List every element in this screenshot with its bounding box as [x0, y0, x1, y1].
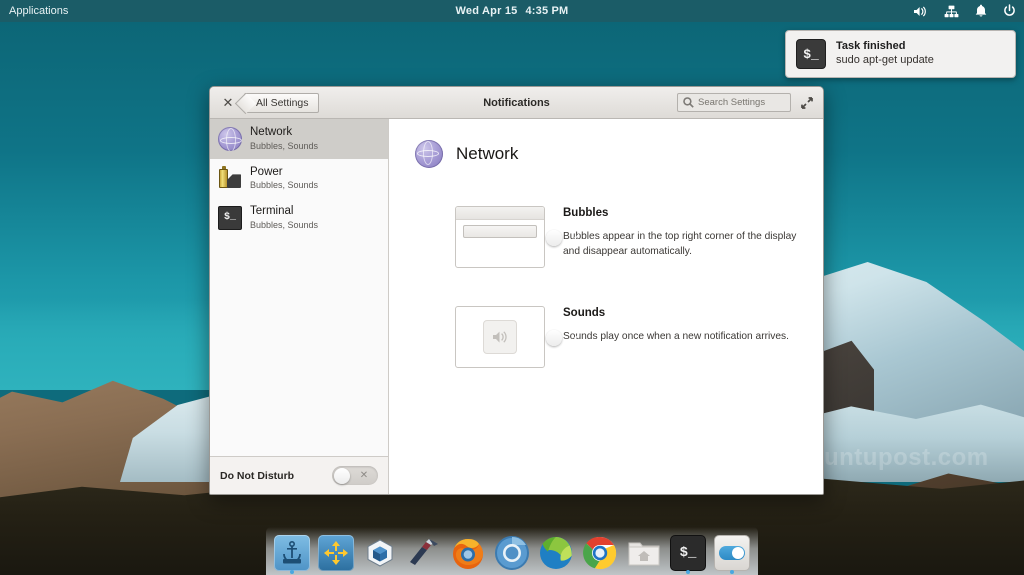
- dock-item-firefox[interactable]: [448, 533, 488, 573]
- notification-title: Task finished: [836, 40, 934, 54]
- desktop: LPubuntupost.com Applications Wed Apr 15…: [0, 0, 1024, 575]
- web-browser-icon: [538, 535, 574, 571]
- dock-item-web[interactable]: [536, 533, 576, 573]
- dock-item-plank[interactable]: [272, 533, 312, 573]
- panel-date: Wed Apr 15: [456, 5, 518, 17]
- window-body: Network Bubbles, Sounds Power Bubbles, S…: [210, 119, 823, 494]
- toggle-knob: [546, 230, 562, 246]
- toggle-mark: ✓: [565, 228, 589, 247]
- notifications-icon[interactable]: [975, 4, 987, 18]
- dock-item-virtualbox[interactable]: [360, 533, 400, 573]
- section-sounds: Sounds ✓ Sounds play once when a new not…: [407, 306, 805, 368]
- content-header: Network: [415, 140, 805, 168]
- battery-icon: [218, 166, 242, 190]
- section-body: Sounds ✓ Sounds play once when a new not…: [563, 306, 789, 368]
- close-icon[interactable]: ✕: [220, 95, 236, 111]
- section-title: Bubbles: [563, 207, 805, 219]
- sidebar-item-label: Terminal: [250, 205, 318, 219]
- toggle-mark: ✓: [565, 328, 589, 347]
- panel-tray: [913, 0, 1016, 22]
- section-body: Bubbles ✓ Bubbles appear in the top righ…: [563, 206, 805, 268]
- virtualbox-icon: [362, 535, 398, 571]
- search-input[interactable]: Search Settings: [677, 93, 791, 112]
- volume-icon[interactable]: [913, 5, 928, 18]
- toggle-mark: ✕: [352, 466, 376, 485]
- top-panel: Applications Wed Apr 154:35 PM: [0, 0, 1024, 22]
- speaker-icon: [483, 320, 517, 354]
- panel-time: 4:35 PM: [525, 5, 568, 17]
- chromium-icon: [494, 535, 530, 571]
- settings-window: ✕ All Settings Notifications Search Sett…: [209, 86, 824, 495]
- window-titlebar: ✕ All Settings Notifications Search Sett…: [210, 87, 823, 119]
- panel-clock[interactable]: Wed Apr 15 4:35 PM: [0, 5, 1024, 17]
- dock-item-chromium[interactable]: [492, 533, 532, 573]
- dock-item-chrome[interactable]: [580, 533, 620, 573]
- dock-item-system-settings[interactable]: [712, 533, 752, 573]
- terminal-icon: $_: [218, 206, 242, 230]
- globe-icon: [218, 127, 242, 151]
- do-not-disturb-label: Do Not Disturb: [220, 470, 294, 482]
- sidebar-item-subtitle: Bubbles, Sounds: [250, 141, 318, 152]
- notification-body: sudo apt-get update: [836, 54, 934, 68]
- titlebar-right-controls: Search Settings: [677, 93, 815, 112]
- sidebar-item-label: Power: [250, 166, 318, 180]
- system-settings-icon: [714, 535, 750, 571]
- settings-sidebar: Network Bubbles, Sounds Power Bubbles, S…: [210, 119, 389, 494]
- sidebar-item-text: Terminal Bubbles, Sounds: [250, 205, 318, 231]
- section-title: Sounds: [563, 307, 789, 319]
- sidebar-item-text: Network Bubbles, Sounds: [250, 126, 318, 152]
- all-settings-back-button[interactable]: All Settings: [244, 93, 319, 113]
- running-indicator: [686, 570, 690, 574]
- speaker-preview: [455, 306, 545, 368]
- sidebar-item-subtitle: Bubbles, Sounds: [250, 180, 318, 191]
- running-indicator: [290, 570, 294, 574]
- dock-item-terminal[interactable]: $_: [668, 533, 708, 573]
- plank-anchor-icon: [274, 535, 310, 571]
- do-not-disturb-toggle[interactable]: ✕: [332, 466, 378, 485]
- maximize-icon[interactable]: [801, 97, 815, 109]
- dock: $_: [266, 527, 758, 575]
- dock-item-scratch[interactable]: [404, 533, 444, 573]
- sidebar-item-terminal[interactable]: $_ Terminal Bubbles, Sounds: [210, 198, 388, 238]
- globe-icon: [415, 140, 443, 168]
- sidebar-item-label: Network: [250, 126, 318, 140]
- dock-item-workspaces[interactable]: [316, 533, 356, 573]
- chrome-icon: [582, 535, 618, 571]
- content-heading: Network: [456, 144, 518, 164]
- running-indicator: [730, 570, 734, 574]
- search-placeholder: Search Settings: [698, 97, 765, 108]
- section-bubbles: Bubbles ✓ Bubbles appear in the top righ…: [407, 206, 805, 268]
- toggle-knob: [546, 330, 562, 346]
- network-icon[interactable]: [944, 5, 959, 18]
- dock-item-files[interactable]: [624, 533, 664, 573]
- terminal-icon: $_: [796, 39, 826, 69]
- toggle-knob: [334, 468, 350, 484]
- sidebar-item-subtitle: Bubbles, Sounds: [250, 220, 318, 231]
- notification-bubble-preview: [455, 206, 545, 268]
- settings-content: Network Bubbles ✓: [389, 119, 823, 494]
- sidebar-item-text: Power Bubbles, Sounds: [250, 166, 318, 192]
- terminal-icon: $_: [670, 535, 706, 571]
- move-arrows-icon: [318, 535, 354, 571]
- notification-text: Task finished sudo apt-get update: [836, 40, 934, 68]
- power-icon[interactable]: [1003, 4, 1016, 18]
- firefox-icon: [450, 535, 486, 571]
- files-home-icon: [626, 535, 662, 571]
- section-description: Bubbles appear in the top right corner o…: [563, 230, 805, 260]
- sidebar-item-power[interactable]: Power Bubbles, Sounds: [210, 159, 388, 199]
- sidebar-item-network[interactable]: Network Bubbles, Sounds: [210, 119, 388, 159]
- notification-bubble[interactable]: $_ Task finished sudo apt-get update: [785, 30, 1016, 78]
- section-description: Sounds play once when a new notification…: [563, 330, 789, 345]
- sidebar-list: Network Bubbles, Sounds Power Bubbles, S…: [210, 119, 388, 456]
- search-icon: [683, 97, 694, 108]
- wedge-app-icon: [406, 535, 442, 571]
- do-not-disturb-row: Do Not Disturb ✕: [210, 456, 388, 494]
